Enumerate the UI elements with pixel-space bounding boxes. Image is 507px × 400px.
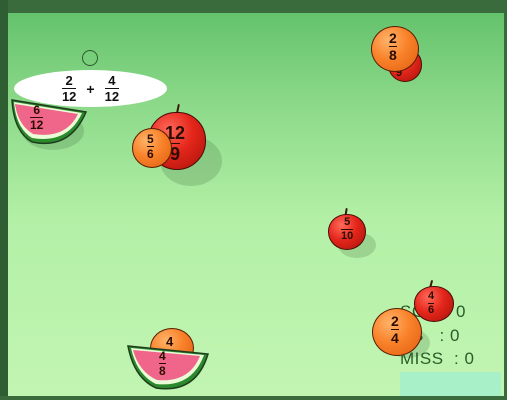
- fruit-fraction: 2 8: [389, 30, 397, 63]
- question-left-fraction: 2 12: [61, 73, 77, 104]
- answer-box[interactable]: [400, 372, 501, 396]
- fruit-fraction: 2 4: [391, 313, 399, 346]
- fruit-fraction: 5 10: [341, 216, 354, 242]
- watermelon-icon[interactable]: [126, 342, 210, 392]
- frame-left-border: [0, 0, 8, 400]
- fruit-fraction: 5 6: [147, 132, 154, 161]
- question-right-fraction: 4 12: [104, 73, 120, 104]
- frame-bottom-border: [0, 396, 507, 400]
- ring-icon: [82, 50, 98, 66]
- frame-top-border: [0, 0, 507, 13]
- fruit-fraction: 4 6: [428, 290, 435, 316]
- game-stage[interactable]: 6 12 2 12 + 4 12 12 9 5 6 9 2 8 5 10 SC …: [0, 0, 507, 400]
- fruit-fraction: 6 12: [30, 103, 44, 132]
- question-bubble: 2 12 + 4 12: [14, 70, 167, 107]
- fruit-fraction: 4 8: [159, 349, 166, 378]
- question-operator: +: [86, 80, 95, 97]
